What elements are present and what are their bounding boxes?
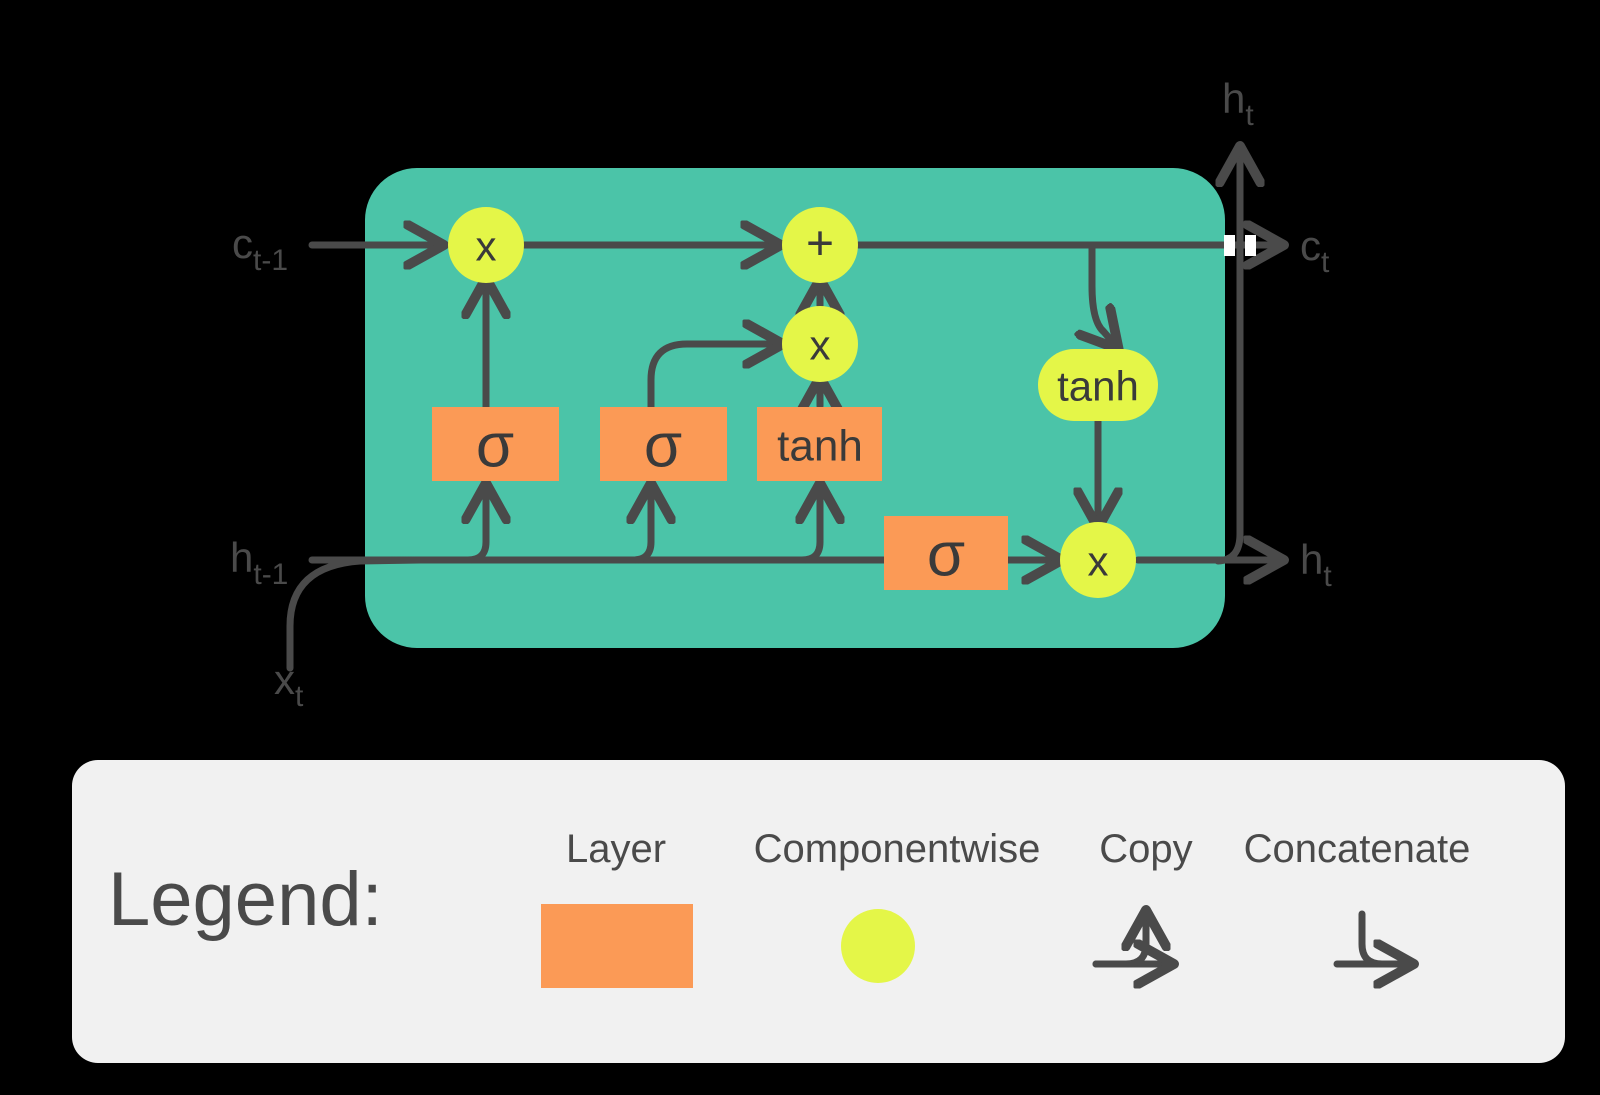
input-label-x-t: xt	[274, 656, 304, 713]
output-label-h-t-top-sub: t	[1245, 99, 1254, 132]
legend-layer-rect-icon	[541, 904, 693, 988]
legend-componentwise-circle-icon	[841, 909, 915, 983]
output-label-c-t-base: c	[1300, 222, 1321, 269]
input-label-h-prev-sub: t-1	[253, 558, 288, 591]
input-label-c-prev: ct-1	[232, 220, 288, 277]
legend-panel: Legend: Layer Componentwise Copy Concate…	[72, 760, 1565, 1063]
input-label-x-t-base: x	[274, 656, 295, 703]
output-label-h-t-right: ht	[1300, 536, 1332, 593]
legend-item-componentwise-label: Componentwise	[754, 827, 1041, 871]
legend-item-copy-label: Copy	[1099, 827, 1192, 871]
output-label-h-t-top: ht	[1222, 75, 1254, 132]
input-label-h-prev-base: h	[230, 534, 253, 581]
output-label-c-t-sub: t	[1321, 246, 1330, 279]
input-label-h-prev: ht-1	[230, 534, 288, 591]
lstm-diagram: σ σ tanh σ x x + x tanh ct-1 ht-1 xt ct	[72, 75, 1565, 1063]
op-cell-add-label: +	[806, 218, 834, 271]
layer-forget-gate-label: σ	[476, 412, 514, 481]
output-label-h-t-right-base: h	[1300, 536, 1323, 583]
input-label-c-prev-sub: t-1	[253, 244, 288, 277]
op-input-multiply-label: x	[810, 322, 831, 369]
input-label-c-prev-base: c	[232, 220, 253, 267]
input-label-x-t-sub: t	[295, 680, 304, 713]
legend-item-concatenate-label: Concatenate	[1244, 827, 1471, 871]
diagram-canvas: σ σ tanh σ x x + x tanh ct-1 ht-1 xt ct	[0, 0, 1600, 1095]
output-label-c-t: ct	[1300, 222, 1330, 279]
op-forget-multiply-label: x	[476, 223, 497, 270]
layer-candidate-label: tanh	[777, 422, 863, 471]
legend-item-layer-label: Layer	[566, 827, 666, 871]
legend-title: Legend:	[108, 857, 383, 942]
op-cell-tanh-label: tanh	[1057, 363, 1139, 410]
output-label-h-t-top-base: h	[1222, 75, 1245, 122]
output-label-h-t-right-sub: t	[1323, 560, 1332, 593]
op-output-multiply-label: x	[1088, 538, 1109, 585]
layer-output-gate-label: σ	[927, 521, 965, 590]
layer-input-gate-label: σ	[644, 412, 682, 481]
